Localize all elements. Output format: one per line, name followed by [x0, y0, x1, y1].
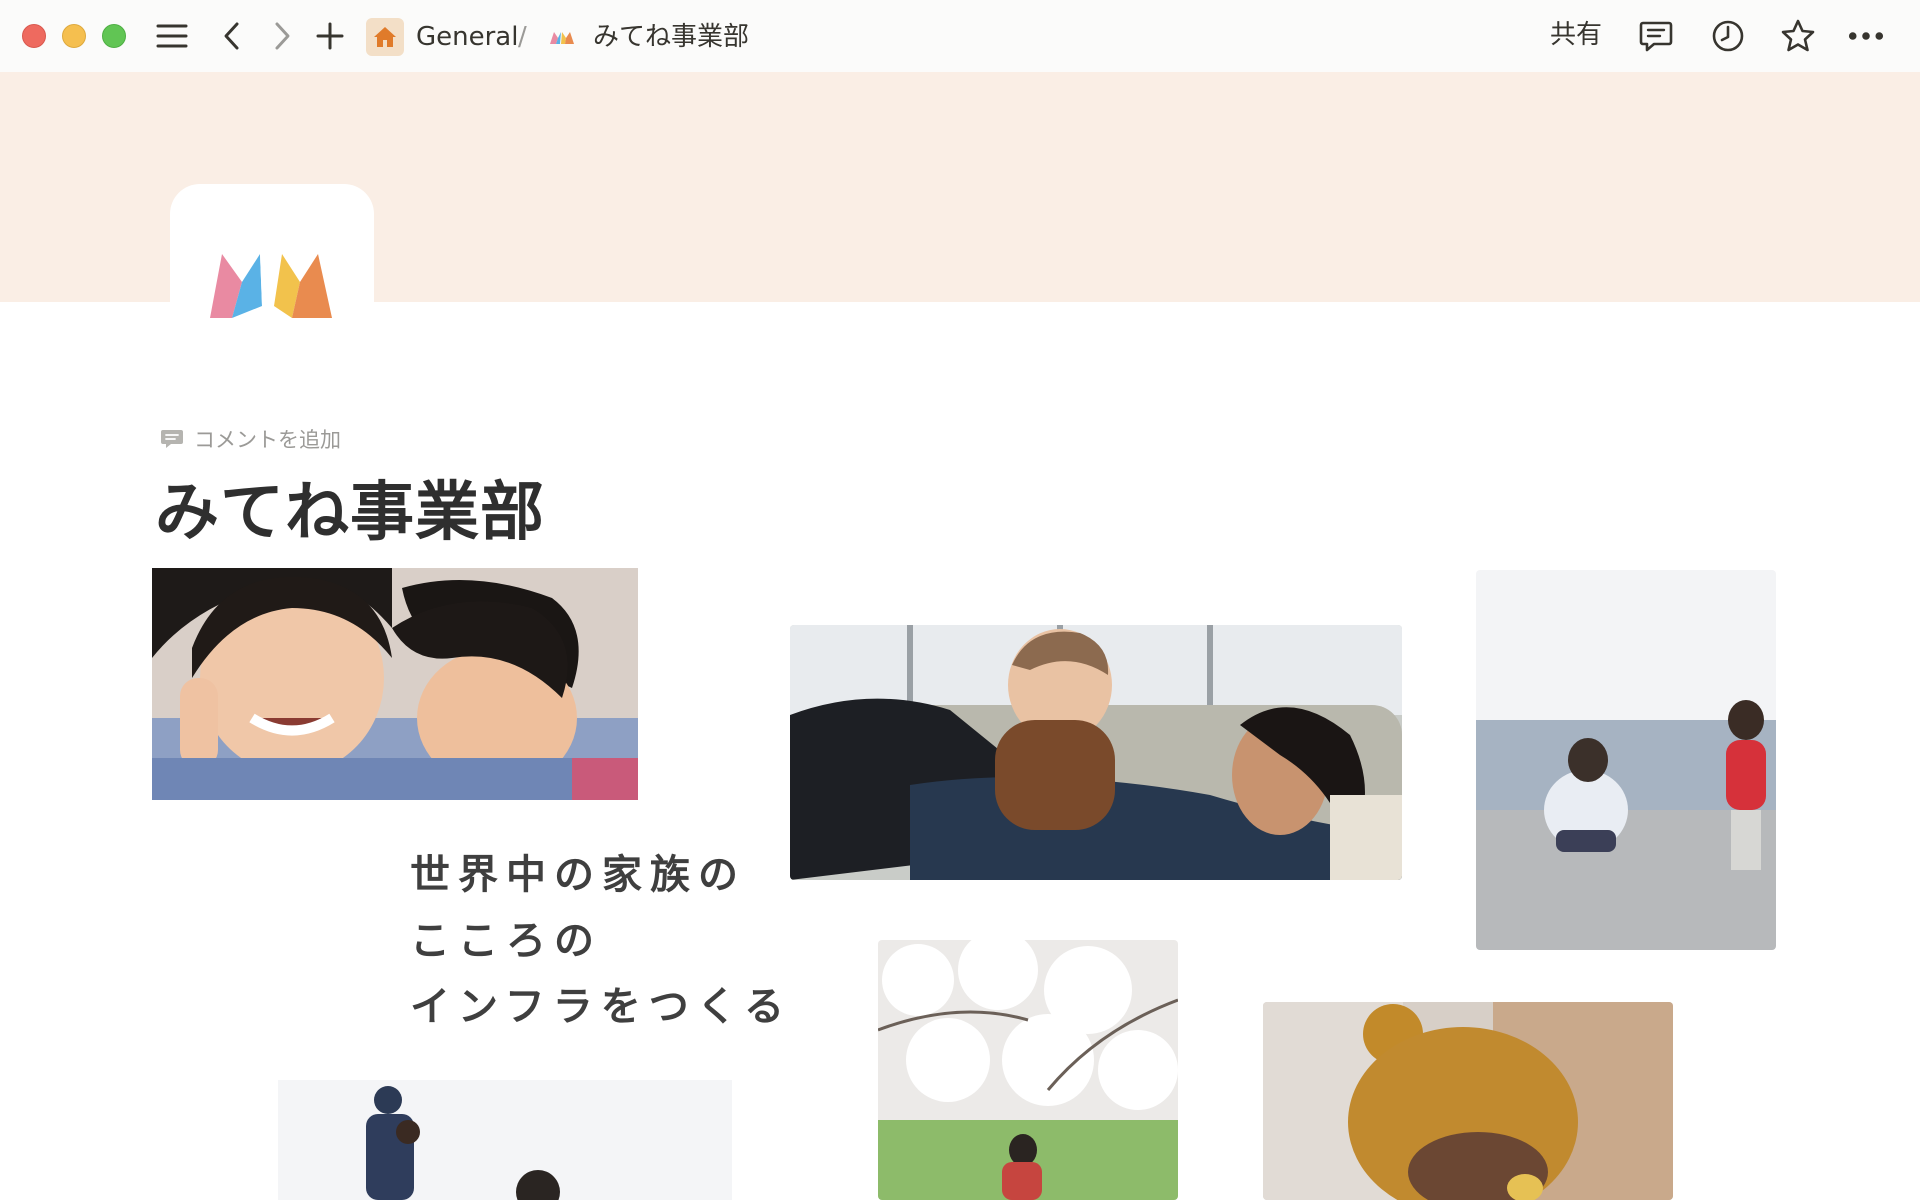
- page-title[interactable]: みてね事業部: [155, 470, 545, 556]
- tagline-line-3: インフラをつくる: [410, 984, 792, 1030]
- back-icon[interactable]: [214, 18, 250, 54]
- share-button[interactable]: 共有: [1544, 16, 1608, 54]
- breadcrumb-workspace[interactable]: General: [416, 20, 518, 54]
- page-logo-icon: [548, 24, 576, 48]
- company-tagline: 世界中の家族の こころの インフラをつくる: [410, 842, 792, 1040]
- menu-icon[interactable]: [154, 18, 190, 54]
- breadcrumb-separator: /: [518, 22, 527, 52]
- more-icon[interactable]: [1848, 18, 1884, 54]
- add-comment-label: コメントを追加: [194, 428, 341, 452]
- page-icon[interactable]: [170, 184, 374, 354]
- father-walking-photo: [278, 1080, 732, 1200]
- comment-icon: [161, 430, 183, 448]
- tagline-line-2: こころの: [410, 918, 602, 964]
- history-icon[interactable]: [1710, 18, 1746, 54]
- workspace-home-icon[interactable]: [366, 18, 404, 56]
- comments-icon[interactable]: [1638, 18, 1674, 54]
- plus-icon[interactable]: [312, 18, 348, 54]
- mother-baby-couch-photo: [790, 625, 1402, 880]
- breadcrumb-page[interactable]: みてね事業部: [593, 20, 749, 54]
- newborn-knit-hat-photo: [1263, 1002, 1673, 1200]
- cherry-blossom-photo: [878, 940, 1178, 1200]
- window-titlebar: General / みてね事業部 共有: [0, 0, 1920, 72]
- tagline-line-1: 世界中の家族の: [410, 852, 746, 898]
- children-lying-photo: [152, 568, 638, 800]
- add-comment-button[interactable]: コメントを追加: [160, 422, 341, 456]
- favorite-icon[interactable]: [1780, 18, 1816, 54]
- mitene-logo-icon: [210, 254, 332, 318]
- zoom-window-button[interactable]: [102, 24, 126, 48]
- forward-icon[interactable]: [264, 18, 300, 54]
- close-window-button[interactable]: [22, 24, 46, 48]
- kids-beach-photo: [1476, 570, 1776, 950]
- minimize-window-button[interactable]: [62, 24, 86, 48]
